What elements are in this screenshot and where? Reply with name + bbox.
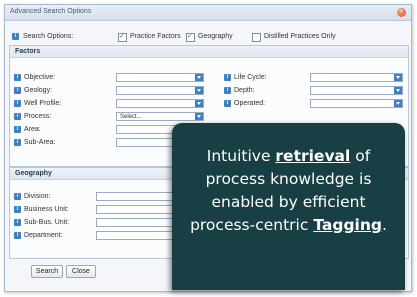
info-icon: i	[14, 100, 21, 107]
operated-select[interactable]	[310, 99, 403, 108]
info-icon: i	[14, 139, 21, 146]
well-profile-select[interactable]	[116, 99, 204, 108]
chevron-down-icon	[195, 113, 203, 120]
info-icon: i	[14, 113, 21, 120]
info-icon: i	[14, 126, 21, 133]
life-cycle-select[interactable]	[310, 73, 403, 82]
depth-label: Depth:	[234, 87, 255, 94]
search-options-row: i Search Options: Practice Factors Geogr…	[12, 31, 407, 43]
geology-label: Geology:	[24, 87, 53, 94]
department-label: Department:	[24, 232, 63, 239]
depth-row: i Depth:	[224, 86, 404, 95]
close-icon[interactable]: ×	[397, 8, 406, 17]
process-select[interactable]: Select...	[116, 112, 204, 121]
process-row: i Process: Select...	[14, 112, 204, 121]
info-icon: i	[12, 33, 19, 40]
info-icon: i	[14, 193, 21, 200]
practice-factors-checkbox[interactable]	[118, 32, 127, 42]
chevron-down-icon	[394, 100, 402, 107]
process-label: Process:	[24, 113, 52, 120]
life-cycle-row: i Life Cycle:	[224, 73, 404, 82]
operated-label: Operated:	[234, 100, 266, 107]
search-options-label: Search Options:	[23, 33, 74, 40]
sub-bus-unit-label: Sub-Bus. Unit:	[24, 219, 70, 226]
operated-row: i Operated:	[224, 99, 404, 108]
callout-text-3: .	[381, 216, 387, 234]
well-profile-label: Well Profile:	[24, 100, 62, 107]
objective-row: i Objective:	[14, 73, 204, 82]
close-button[interactable]: Close	[66, 265, 96, 278]
callout-bold-tagging: Tagging	[313, 216, 382, 234]
geology-row: i Geology:	[14, 86, 204, 95]
chevron-down-icon	[394, 87, 402, 94]
info-icon: i	[224, 100, 231, 107]
distilled-practices-label: Distilled Practices Only	[264, 33, 336, 40]
chevron-down-icon	[394, 74, 402, 81]
info-icon: i	[14, 232, 21, 239]
distilled-practices-checkbox[interactable]	[252, 33, 261, 42]
objective-select[interactable]	[116, 73, 204, 82]
geography-label: Geography	[198, 33, 233, 40]
callout-bold-retrieval: retrieval	[275, 147, 351, 165]
info-icon: i	[224, 87, 231, 94]
objective-label: Objective:	[24, 74, 56, 81]
practice-factors-label: Practice Factors	[130, 33, 181, 40]
geology-select[interactable]	[116, 86, 204, 95]
window-title: Advanced Search Options	[10, 8, 92, 15]
title-bar: Advanced Search Options ×	[5, 5, 411, 21]
info-icon: i	[14, 206, 21, 213]
life-cycle-label: Life Cycle:	[234, 74, 267, 81]
info-icon: i	[14, 87, 21, 94]
well-profile-row: i Well Profile:	[14, 99, 204, 108]
factors-header: Factors	[10, 46, 408, 58]
search-button[interactable]: Search	[31, 265, 63, 278]
info-icon: i	[224, 74, 231, 81]
chevron-down-icon	[195, 100, 203, 107]
area-label: Area:	[24, 126, 41, 133]
geography-checkbox[interactable]	[186, 32, 195, 42]
info-icon: i	[14, 74, 21, 81]
division-label: Division:	[24, 193, 51, 200]
info-icon: i	[14, 219, 21, 226]
sub-area-label: Sub-Area:	[24, 139, 56, 146]
business-unit-label: Business Unit:	[24, 206, 69, 213]
callout-text-1: Intuitive	[206, 147, 276, 165]
chevron-down-icon	[195, 87, 203, 94]
callout-box: Intuitive retrieval of process knowledge…	[172, 123, 405, 290]
depth-select[interactable]	[310, 86, 403, 95]
chevron-down-icon	[195, 74, 203, 81]
